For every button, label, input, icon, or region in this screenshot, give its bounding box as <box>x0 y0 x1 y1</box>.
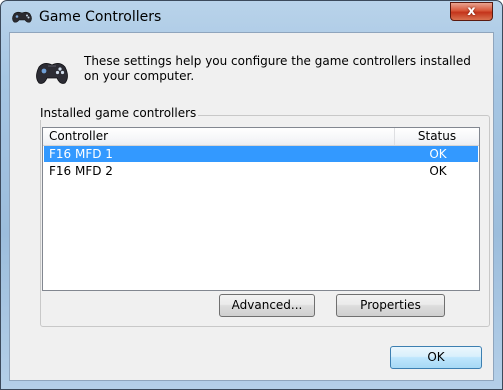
controller-name: F16 MFD 2 <box>49 164 113 178</box>
controller-status: OK <box>429 164 447 178</box>
description-text: These settings help you configure the ga… <box>84 54 471 83</box>
window-title: Game Controllers <box>39 9 162 25</box>
close-button[interactable]: x <box>450 2 493 21</box>
group-label: Installed game controllers <box>38 106 199 120</box>
list-header: Controller Status <box>43 128 479 146</box>
controller-name: F16 MFD 1 <box>49 147 113 161</box>
close-icon: x <box>467 4 476 19</box>
properties-button[interactable]: Properties <box>336 294 445 317</box>
gamepad-icon <box>12 11 32 23</box>
list-item[interactable]: F16 MFD 2 OK <box>44 163 478 179</box>
game-controllers-dialog: Game Controllers x These settings help y… <box>0 0 503 390</box>
column-header-controller[interactable]: Controller <box>43 128 395 145</box>
controllers-list[interactable]: Controller Status F16 MFD 1 OK F16 MFD 2… <box>42 127 480 291</box>
column-header-status[interactable]: Status <box>395 128 479 145</box>
controller-status: OK <box>429 147 447 161</box>
title-bar[interactable]: Game Controllers x <box>1 1 502 31</box>
dialog-content: These settings help you configure the ga… <box>9 32 494 381</box>
advanced-button[interactable]: Advanced... <box>219 294 315 317</box>
ok-button[interactable]: OK <box>390 346 482 369</box>
gamepad-icon <box>36 63 68 84</box>
list-item[interactable]: F16 MFD 1 OK <box>44 146 478 162</box>
